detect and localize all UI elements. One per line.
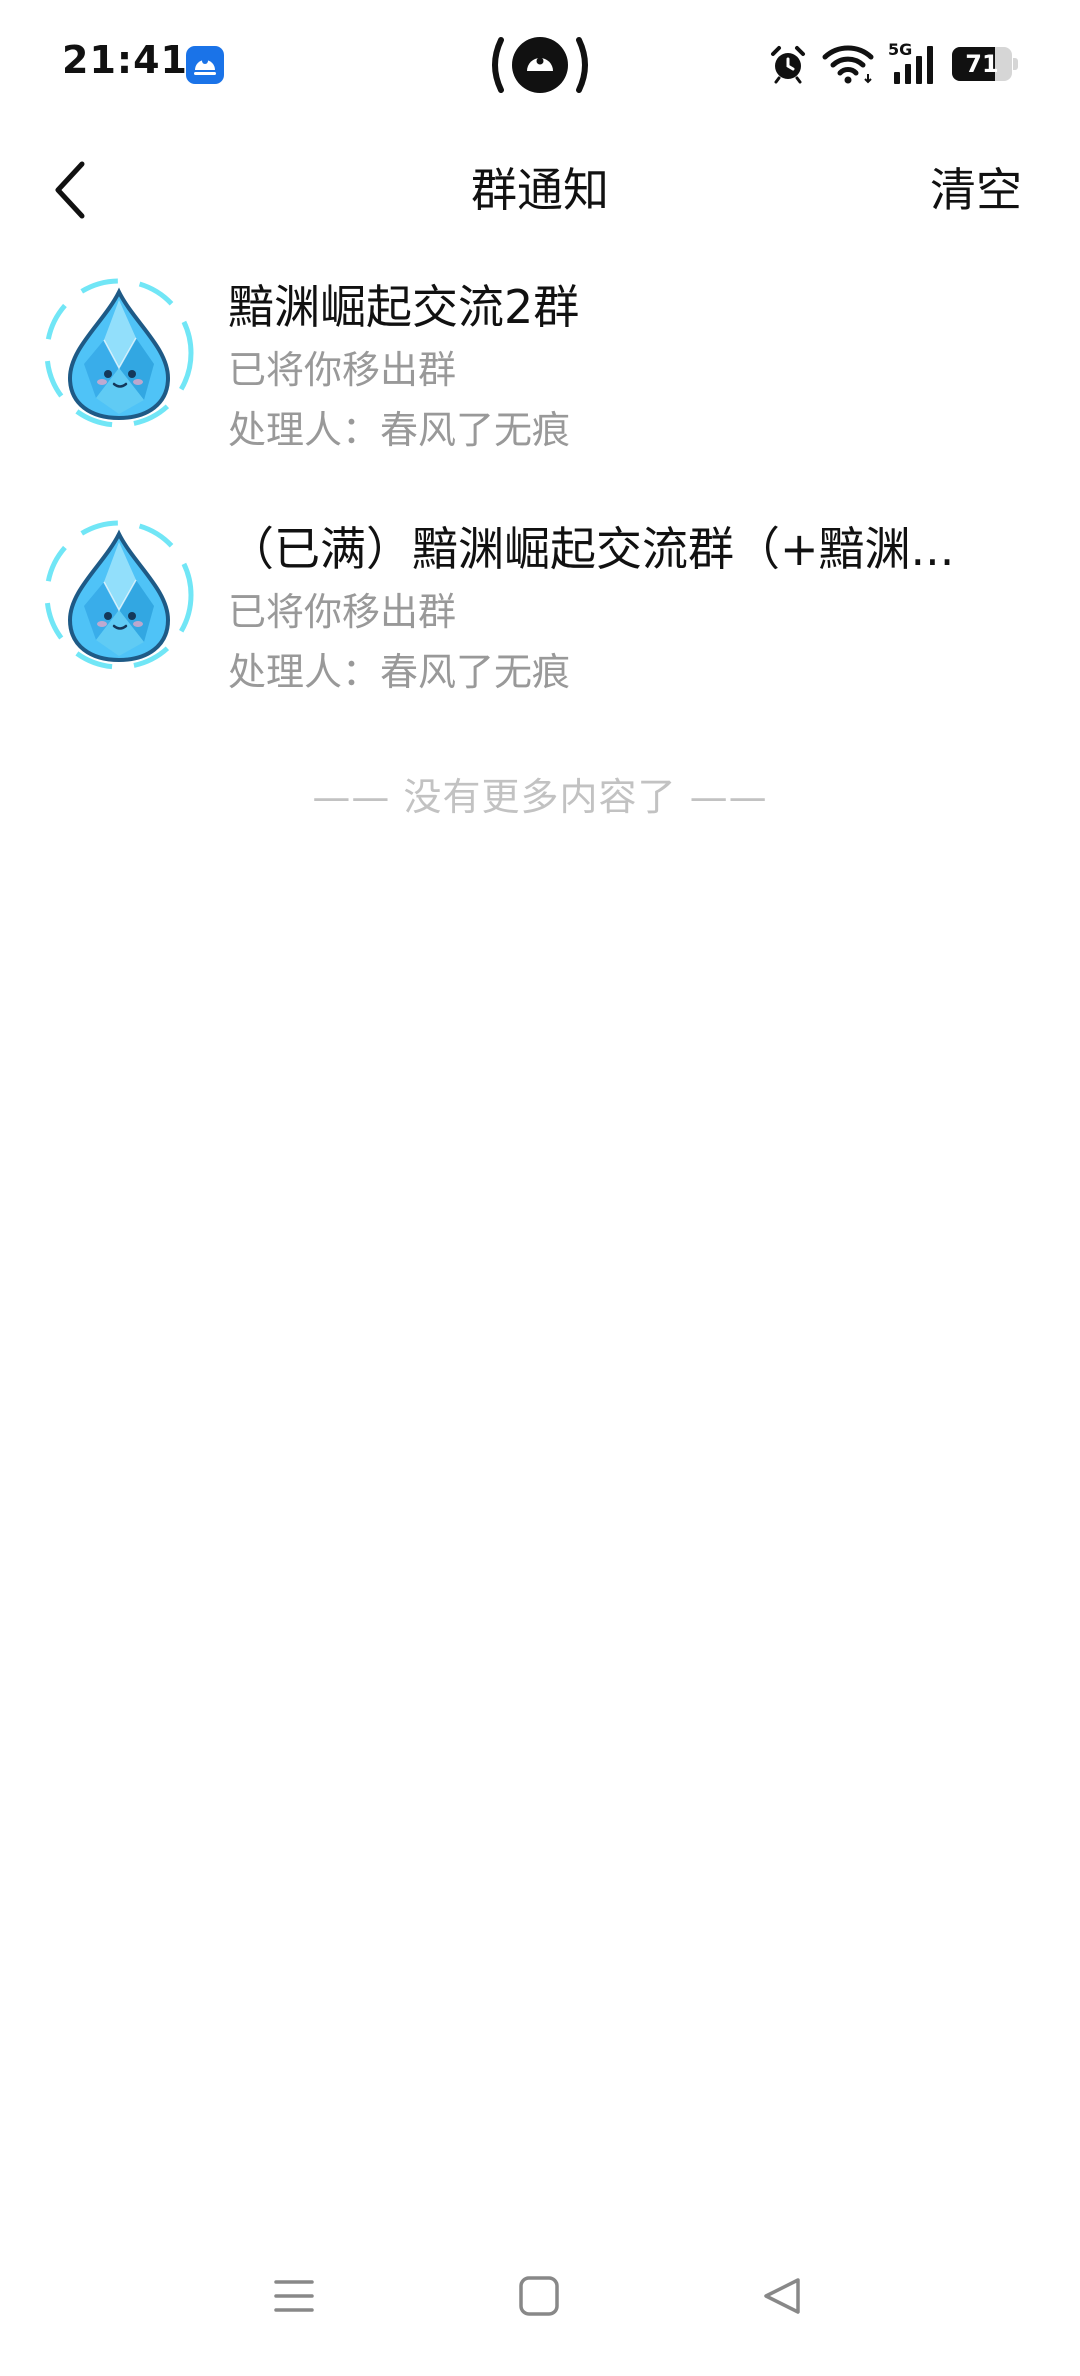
hotspot-icon (487, 34, 593, 96)
menu-button[interactable] (252, 2254, 336, 2338)
navigation-bar (0, 2236, 1080, 2356)
status-bar: 21:41 5G 71 (0, 0, 1080, 130)
water-drop-crystal-icon (44, 278, 194, 428)
avatar (44, 520, 194, 670)
wifi-icon (822, 44, 874, 84)
notification-text: 黯渊崛起交流2群 已将你移出群 处理人：春风了无痕 (228, 274, 1020, 460)
list-item[interactable]: 黯渊崛起交流2群 已将你移出群 处理人：春风了无痕 (0, 260, 1080, 502)
page-title: 群通知 (471, 163, 609, 217)
notification-handler: 处理人：春风了无痕 (228, 408, 571, 452)
back-triangle-icon (764, 2278, 800, 2314)
home-button[interactable] (497, 2254, 581, 2338)
water-drop-crystal-icon (44, 520, 194, 670)
notification-text: （已满）黯渊崛起交流群（+黯渊... 已将你移出群 处理人：春风了无痕 (228, 516, 1020, 702)
list-end-footer: —— 没有更多内容了 —— (312, 775, 768, 819)
app-notification-icon (186, 46, 224, 84)
battery-cap (1013, 58, 1018, 70)
notification-list: 黯渊崛起交流2群 已将你移出群 处理人：春风了无痕 （已满）黯渊崛起交流群（+黯… (0, 260, 1080, 744)
avatar (44, 278, 194, 428)
alarm-icon (768, 44, 808, 84)
header: 群通知 清空 (0, 130, 1080, 250)
group-name: （已满）黯渊崛起交流群（+黯渊... (228, 522, 955, 576)
status-icons: 5G 71 (768, 40, 1018, 88)
nav-back-button[interactable] (740, 2254, 824, 2338)
notification-message: 已将你移出群 (228, 348, 457, 392)
notification-message: 已将你移出群 (228, 590, 457, 634)
list-item[interactable]: （已满）黯渊崛起交流群（+黯渊... 已将你移出群 处理人：春风了无痕 (0, 502, 1080, 744)
battery-level: 71 (965, 50, 999, 78)
clear-button[interactable]: 清空 (930, 130, 1022, 250)
battery-icon: 71 (952, 47, 1018, 81)
group-name: 黯渊崛起交流2群 (228, 280, 580, 334)
notification-handler: 处理人：春风了无痕 (228, 650, 571, 694)
signal-icon: 5G (888, 42, 938, 86)
menu-icon (274, 2280, 314, 2312)
status-time: 21:41 (62, 38, 188, 82)
home-icon (519, 2276, 559, 2316)
